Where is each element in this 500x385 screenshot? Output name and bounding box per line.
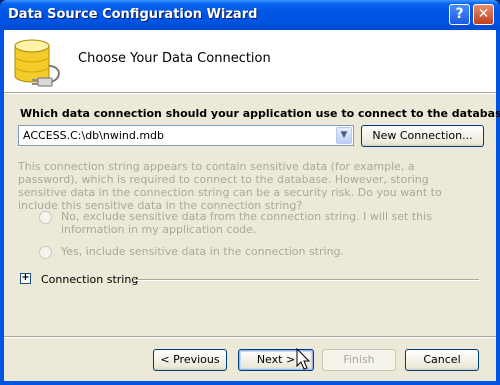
header-divider — [4, 93, 496, 94]
connection-string-label[interactable]: Connection string — [41, 273, 138, 286]
help-button[interactable]: ? — [449, 4, 470, 25]
window-title: Data Source Configuration Wizard — [8, 7, 258, 22]
connection-string-divider — [134, 279, 479, 281]
footer-divider — [4, 336, 496, 338]
connection-select-value: ACCESS.C:\db\nwind.mdb — [23, 129, 165, 142]
wizard-header: Choose Your Data Connection — [4, 30, 496, 93]
radio-include-label: Yes, include sensitive data in the conne… — [61, 245, 345, 258]
cancel-button[interactable]: Cancel — [405, 349, 479, 371]
dialog-client-area: Choose Your Data Connection Which data c… — [4, 30, 500, 381]
radio-exclude-button[interactable] — [39, 211, 52, 224]
mouse-pointer-icon — [296, 348, 311, 370]
radio-exclude-label: No, exclude sensitive data from the conn… — [61, 210, 432, 236]
wizard-window: Data Source Configuration Wizard ? ✕ Cho… — [0, 0, 500, 385]
previous-button[interactable]: < Previous — [153, 349, 227, 371]
title-bar[interactable]: Data Source Configuration Wizard ? ✕ — [0, 0, 500, 30]
radio-include-button[interactable] — [39, 246, 52, 259]
connection-string-expand-icon[interactable]: + — [20, 272, 31, 284]
plus-icon: + — [21, 272, 30, 283]
page-title: Choose Your Data Connection — [78, 51, 271, 66]
sensitive-data-info: This connection string appears to contai… — [18, 160, 442, 212]
close-button[interactable]: ✕ — [473, 4, 494, 25]
database-plug-icon — [14, 39, 60, 87]
chevron-down-icon[interactable]: ▼ — [336, 127, 352, 144]
new-connection-button[interactable]: New Connection... — [361, 125, 484, 147]
finish-button[interactable]: Finish — [322, 349, 396, 371]
connection-select[interactable]: ACCESS.C:\db\nwind.mdb ▼ — [18, 125, 354, 146]
connection-question-label: Which data connection should your applic… — [20, 107, 500, 120]
